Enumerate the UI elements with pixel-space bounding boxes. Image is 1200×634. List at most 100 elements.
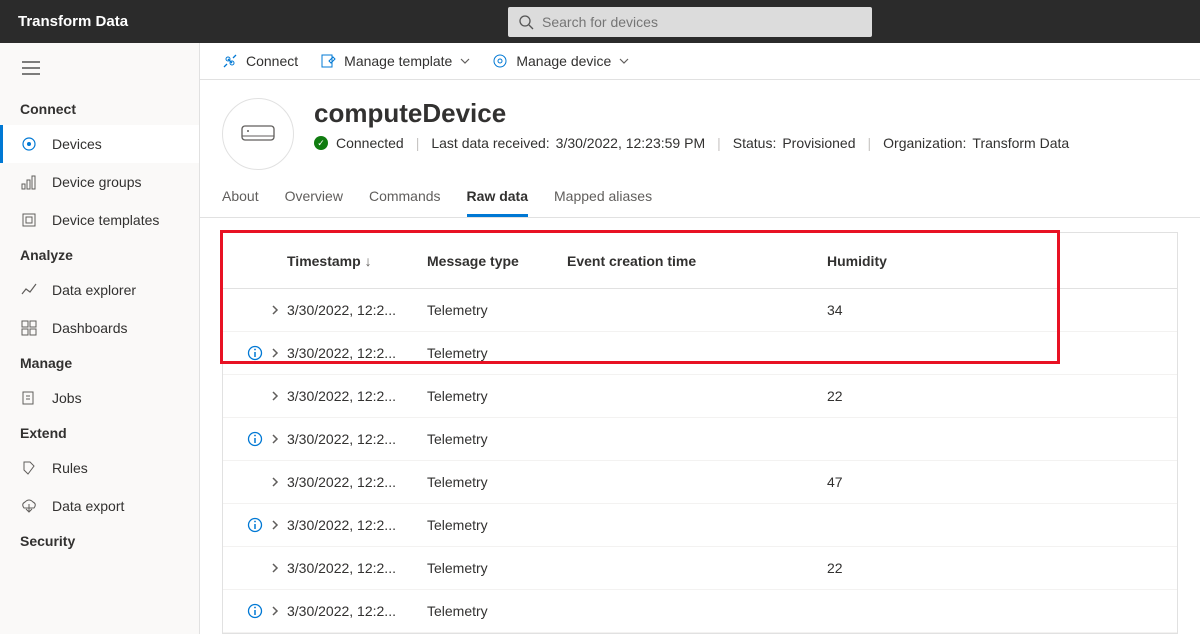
last-data-value: 3/30/2022, 12:23:59 PM — [556, 135, 705, 151]
search-icon — [518, 14, 534, 30]
device-templates-icon — [20, 211, 38, 229]
col-message-type[interactable]: Message type — [423, 253, 563, 269]
tab-raw-data[interactable]: Raw data — [467, 188, 528, 217]
status-dot-icon: ✓ — [314, 136, 328, 150]
expand-row-icon[interactable] — [271, 476, 279, 488]
cell-timestamp: 3/30/2022, 12:2... — [283, 517, 423, 533]
expand-row-icon[interactable] — [271, 347, 279, 359]
separator: | — [862, 135, 878, 151]
device-title: computeDevice — [314, 98, 1069, 129]
tab-overview[interactable]: Overview — [285, 188, 343, 217]
tab-mapped-aliases[interactable]: Mapped aliases — [554, 188, 652, 217]
info-icon — [247, 603, 263, 619]
devices-icon — [20, 135, 38, 153]
separator: | — [410, 135, 426, 151]
toolbar: Connect Manage template Manage device — [200, 43, 1200, 80]
nav-heading-extend: Extend — [0, 417, 199, 449]
expand-row-icon[interactable] — [271, 519, 279, 531]
cell-message-type: Telemetry — [423, 474, 563, 490]
org-label: Organization: — [883, 135, 966, 151]
cell-message-type: Telemetry — [423, 517, 563, 533]
col-timestamp[interactable]: Timestamp↓ — [283, 253, 423, 269]
table-header: Timestamp↓ Message type Event creation t… — [223, 233, 1177, 289]
col-humidity[interactable]: Humidity — [823, 253, 983, 269]
status-label: Status: — [733, 135, 777, 151]
toolbar-manage-template[interactable]: Manage template — [320, 53, 470, 69]
raw-data-table: Timestamp↓ Message type Event creation t… — [222, 232, 1178, 634]
table-row[interactable]: 3/30/2022, 12:2...Telemetry — [223, 590, 1177, 633]
connect-icon — [222, 53, 238, 69]
toolbar-manage-template-label: Manage template — [344, 53, 452, 69]
device-header: computeDevice ✓ Connected | Last data re… — [200, 80, 1200, 170]
sidebar-item-device-groups[interactable]: Device groups — [0, 163, 199, 201]
sidebar-item-rules[interactable]: Rules — [0, 449, 199, 487]
tab-commands[interactable]: Commands — [369, 188, 441, 217]
sort-desc-icon: ↓ — [365, 253, 372, 269]
table-row[interactable]: 3/30/2022, 12:2...Telemetry — [223, 332, 1177, 375]
cell-message-type: Telemetry — [423, 560, 563, 576]
col-event-time[interactable]: Event creation time — [563, 253, 823, 269]
sidebar-item-jobs[interactable]: Jobs — [0, 379, 199, 417]
nav-label: Data export — [52, 498, 124, 514]
device-connected: Connected — [336, 135, 404, 151]
main: Connect Manage template Manage device co… — [200, 43, 1200, 634]
cell-message-type: Telemetry — [423, 302, 563, 318]
toolbar-connect-label: Connect — [246, 53, 298, 69]
expand-row-icon[interactable] — [271, 304, 279, 316]
nav-label: Devices — [52, 136, 102, 152]
table-row[interactable]: 3/30/2022, 12:2...Telemetry 47 — [223, 461, 1177, 504]
cell-timestamp: 3/30/2022, 12:2... — [283, 474, 423, 490]
sidebar-item-dashboards[interactable]: Dashboards — [0, 309, 199, 347]
sidebar: Connect Devices Device groups Device tem… — [0, 43, 200, 634]
cell-humidity: 22 — [823, 388, 983, 404]
sidebar-item-devices[interactable]: Devices — [0, 125, 199, 163]
device-icon — [222, 98, 294, 170]
sidebar-item-data-export[interactable]: Data export — [0, 487, 199, 525]
device-groups-icon — [20, 173, 38, 191]
nav-label: Dashboards — [52, 320, 128, 336]
expand-row-icon[interactable] — [271, 390, 279, 402]
cell-timestamp: 3/30/2022, 12:2... — [283, 345, 423, 361]
topbar: Transform Data — [0, 0, 1200, 43]
cell-message-type: Telemetry — [423, 603, 563, 619]
info-icon — [247, 431, 263, 447]
toolbar-manage-device-label: Manage device — [516, 53, 611, 69]
table-row[interactable]: 3/30/2022, 12:2...Telemetry — [223, 504, 1177, 547]
table-row[interactable]: 3/30/2022, 12:2...Telemetry — [223, 418, 1177, 461]
nav-label: Data explorer — [52, 282, 136, 298]
cell-message-type: Telemetry — [423, 431, 563, 447]
cell-message-type: Telemetry — [423, 345, 563, 361]
expand-row-icon[interactable] — [271, 605, 279, 617]
tab-about[interactable]: About — [222, 188, 259, 217]
separator: | — [711, 135, 727, 151]
toolbar-connect[interactable]: Connect — [222, 53, 298, 69]
toolbar-manage-device[interactable]: Manage device — [492, 53, 629, 69]
nav-label: Jobs — [52, 390, 82, 406]
sidebar-item-device-templates[interactable]: Device templates — [0, 201, 199, 239]
table-row[interactable]: 3/30/2022, 12:2...Telemetry34 — [223, 289, 1177, 332]
info-icon — [247, 517, 263, 533]
info-icon — [247, 345, 263, 361]
search-input[interactable] — [508, 7, 872, 37]
nav-label: Rules — [52, 460, 88, 476]
manage-template-icon — [320, 53, 336, 69]
nav-heading-security: Security — [0, 525, 199, 557]
device-status-line: ✓ Connected | Last data received: 3/30/2… — [314, 135, 1069, 151]
org-value: Transform Data — [972, 135, 1069, 151]
chevron-down-icon — [460, 58, 470, 64]
table-row[interactable]: 3/30/2022, 12:2...Telemetry22 — [223, 375, 1177, 418]
nav-label: Device groups — [52, 174, 142, 190]
cell-humidity: 22 — [823, 560, 983, 576]
rules-icon — [20, 459, 38, 477]
expand-row-icon[interactable] — [271, 433, 279, 445]
cell-humidity: 47 — [823, 474, 983, 490]
expand-row-icon[interactable] — [271, 562, 279, 574]
sidebar-item-data-explorer[interactable]: Data explorer — [0, 271, 199, 309]
nav-heading-analyze: Analyze — [0, 239, 199, 271]
table-row[interactable]: 3/30/2022, 12:2...Telemetry22 — [223, 547, 1177, 590]
jobs-icon — [20, 389, 38, 407]
nav-heading-connect: Connect — [0, 93, 199, 125]
nav-heading-manage: Manage — [0, 347, 199, 379]
menu-toggle[interactable] — [0, 55, 199, 93]
data-explorer-icon — [20, 281, 38, 299]
